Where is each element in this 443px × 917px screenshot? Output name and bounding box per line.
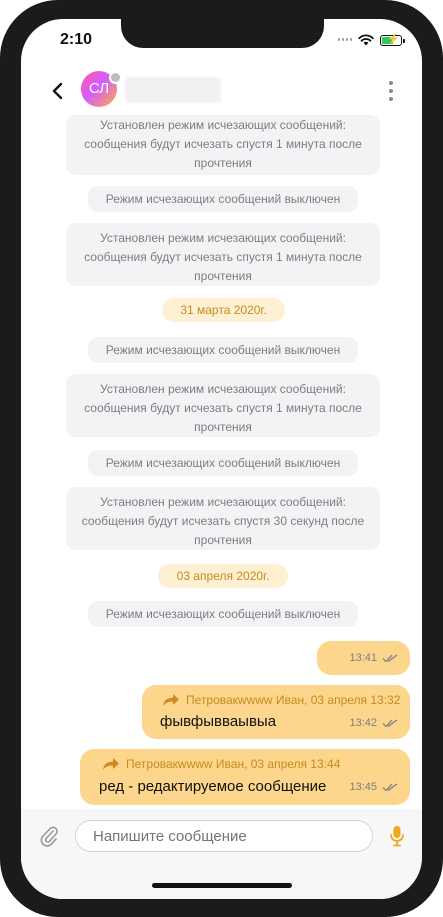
paperclip-icon[interactable] [39,825,59,847]
message-time: 13:45 [349,781,377,793]
system-message: Установлен режим исчезающих сообщений: с… [66,374,380,437]
date-chip: 03 апреля 2020г. [158,564,288,588]
home-indicator [152,883,292,888]
system-message: Установлен режим исчезающих сообщений: с… [66,487,380,550]
forwarded-from: Петровакwwww Иван, 03 апреля 13:44 [126,757,341,771]
chat-header: СЛ [21,63,422,119]
presence-dot [109,71,122,84]
forward-header: Петровакwwww Иван, 03 апреля 13:44 [102,757,340,771]
phone-frame: 2:10 ⚡ СЛ Установлен режим исчезающих со… [0,0,443,917]
composer [21,809,422,899]
status-time: 2:10 [60,31,93,48]
date-chip: 31 марта 2020г. [162,298,285,322]
status-icons: ⚡ [338,34,405,46]
system-message: Установлен режим исчезающих сообщений: с… [66,115,380,175]
outgoing-message[interactable]: 13:41 [317,641,410,675]
double-check-icon [382,719,398,728]
forward-arrow-icon [103,758,119,770]
system-message: Режим исчезающих сообщений выключен [88,450,358,476]
wifi-icon [358,34,374,46]
message-text: ред - редактируемое сообщение [99,778,327,795]
message-text: фывфывваывыа [160,713,277,730]
system-message: Режим исчезающих сообщений выключен [88,186,358,212]
message-list[interactable]: Установлен режим исчезающих сообщений: с… [21,115,422,809]
chevron-left-icon[interactable] [51,81,65,101]
notch [121,19,324,48]
forward-arrow-icon [163,694,179,706]
outgoing-message[interactable]: Петровакwwww Иван, 03 апреля 13:32 фывфы… [142,685,410,739]
contact-name[interactable] [125,77,221,103]
system-message: Установлен режим исчезающих сообщений: с… [66,223,380,286]
microphone-icon[interactable] [390,825,404,847]
message-input[interactable] [75,820,373,852]
screen: 2:10 ⚡ СЛ Установлен режим исчезающих со… [21,19,422,899]
forward-header: Петровакwwww Иван, 03 апреля 13:32 [162,693,400,707]
system-message: Режим исчезающих сообщений выключен [88,601,358,627]
outgoing-message[interactable]: Петровакwwww Иван, 03 апреля 13:44 ред -… [80,749,410,805]
message-meta: 13:41 [349,652,398,664]
message-meta: 13:42 [349,717,398,729]
message-time: 13:41 [349,652,377,664]
forwarded-from: Петровакwwww Иван, 03 апреля 13:32 [186,693,401,707]
message-time: 13:42 [349,717,377,729]
double-check-icon [382,654,398,663]
double-check-icon [382,783,398,792]
more-vertical-icon[interactable] [388,81,394,101]
battery-icon: ⚡ [380,34,405,46]
system-message: Режим исчезающих сообщений выключен [88,337,358,363]
signal-icon [338,38,352,42]
message-meta: 13:45 [349,781,398,793]
